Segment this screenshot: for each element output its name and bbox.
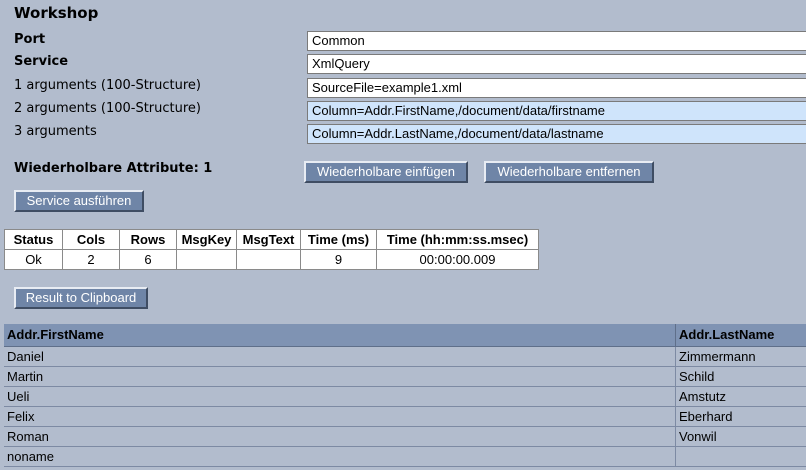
table-row: noname <box>4 447 806 467</box>
lastname-cell <box>676 447 806 466</box>
rows-cell: 6 <box>119 249 177 270</box>
status-table: Status Cols Rows MsgKey MsgText Time (ms… <box>4 229 539 270</box>
port-label: Port <box>14 32 46 47</box>
table-row: Felix Eberhard <box>4 407 806 427</box>
firstname-cell: Daniel <box>4 347 676 366</box>
msgkey-cell <box>176 249 237 270</box>
port-input[interactable]: Common <box>307 31 806 51</box>
status-header-msgkey: MsgKey <box>176 229 237 250</box>
remove-repeatable-button[interactable]: Wiederholbare entfernen <box>484 161 654 183</box>
table-row: Roman Vonwil <box>4 427 806 447</box>
table-row: Daniel Zimmermann <box>4 347 806 367</box>
cols-cell: 2 <box>62 249 120 270</box>
argument-2-input[interactable]: Column=Addr.FirstName,/document/data/fir… <box>307 101 806 121</box>
status-header-time-ms: Time (ms) <box>300 229 377 250</box>
table-row: Martin Schild <box>4 367 806 387</box>
argument-1-input[interactable]: SourceFile=example1.xml <box>307 78 806 98</box>
status-header-rows: Rows <box>119 229 177 250</box>
time-ms-cell: 9 <box>300 249 377 270</box>
firstname-cell: Martin <box>4 367 676 386</box>
status-header-status: Status <box>4 229 63 250</box>
status-header-time-hms: Time (hh:mm:ss.msec) <box>376 229 539 250</box>
repeatable-attributes-label: Wiederholbare Attribute: 1 <box>14 161 213 176</box>
firstname-cell: Roman <box>4 427 676 446</box>
lastname-cell: Zimmermann <box>679 349 756 364</box>
argument-2-label: 2 arguments (100-Structure) <box>14 101 202 116</box>
firstname-cell: Ueli <box>4 387 676 406</box>
execute-service-button[interactable]: Service ausführen <box>14 190 144 212</box>
lastname-cell: Eberhard <box>679 409 733 424</box>
argument-3-input[interactable]: Column=Addr.LastName,/document/data/last… <box>307 124 806 144</box>
msgtext-cell <box>236 249 301 270</box>
result-to-clipboard-button[interactable]: Result to Clipboard <box>14 287 148 309</box>
insert-repeatable-button[interactable]: Wiederholbare einfügen <box>304 161 468 183</box>
argument-1-label: 1 arguments (100-Structure) <box>14 78 202 93</box>
status-header-msgtext: MsgText <box>236 229 301 250</box>
lastname-cell: Amstutz <box>679 389 726 404</box>
service-label: Service <box>14 54 69 69</box>
lastname-cell: Schild <box>679 369 715 384</box>
status-cell: Ok <box>4 249 63 270</box>
lastname-cell: Vonwil <box>679 429 717 444</box>
table-row: Ok 2 6 9 00:00:00.009 <box>4 249 539 270</box>
results-header-firstname: Addr.FirstName <box>4 324 676 346</box>
firstname-cell: noname <box>4 447 676 466</box>
argument-3-label: 3 arguments <box>14 124 97 139</box>
service-input[interactable]: XmlQuery <box>307 54 806 74</box>
status-table-header: Status Cols Rows MsgKey MsgText Time (ms… <box>4 229 539 250</box>
results-header-lastname: Addr.LastName <box>679 327 775 342</box>
table-row: Ueli Amstutz <box>4 387 806 407</box>
status-header-cols: Cols <box>62 229 120 250</box>
time-hms-cell: 00:00:00.009 <box>376 249 539 270</box>
results-table: Addr.FirstName Addr.LastName Daniel Zimm… <box>4 324 806 467</box>
firstname-cell: Felix <box>4 407 676 426</box>
results-header: Addr.FirstName Addr.LastName <box>4 324 806 347</box>
page-title: Workshop <box>14 4 99 22</box>
